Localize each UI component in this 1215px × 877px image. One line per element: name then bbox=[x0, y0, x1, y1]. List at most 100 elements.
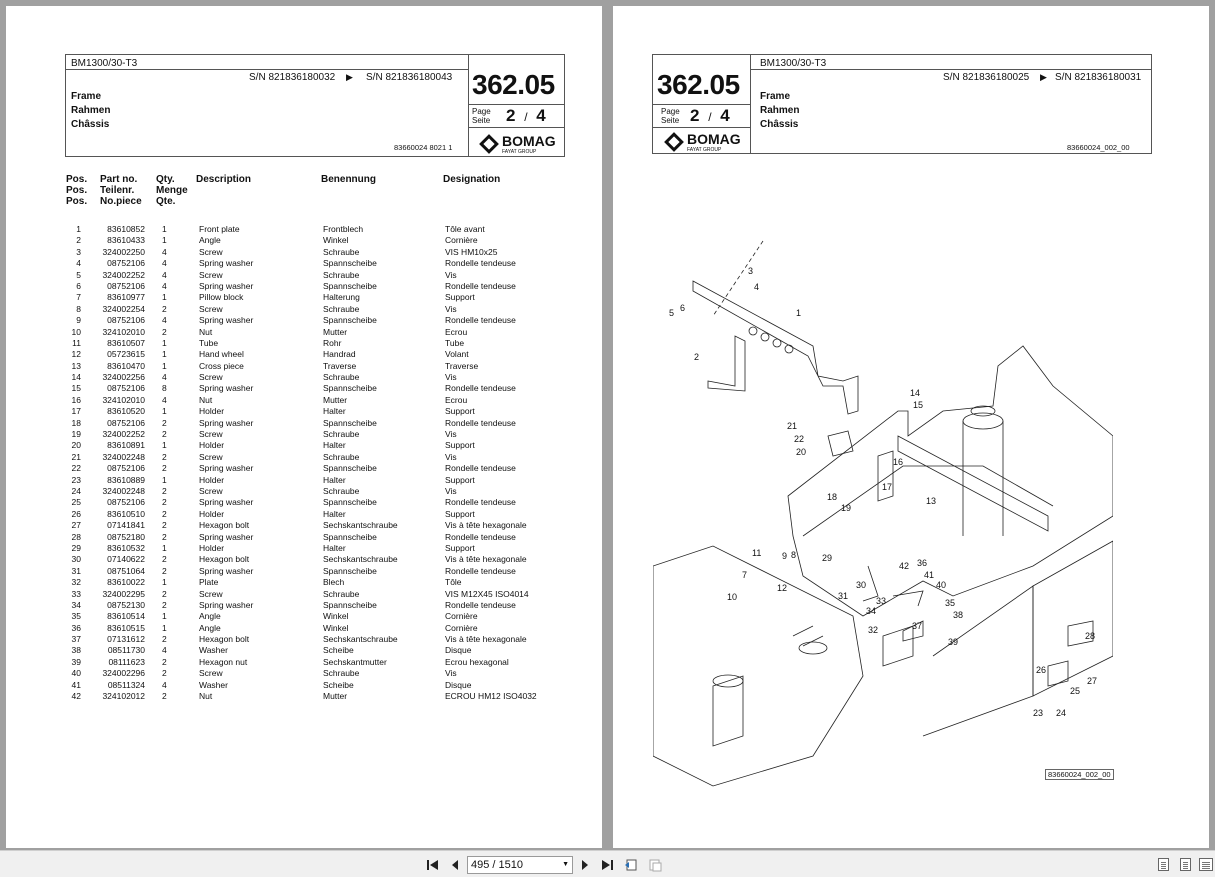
part-qty: 2 bbox=[162, 531, 167, 542]
prev-page-button[interactable] bbox=[447, 857, 463, 872]
part-number: 83610852 bbox=[107, 224, 145, 234]
part-designation: Rondelle tendeuse bbox=[445, 280, 516, 291]
parts-row: 17 83610520 1 Holder Halter Support bbox=[66, 406, 586, 417]
page-number: 2 / 4 bbox=[690, 106, 730, 126]
part-designation: Rondelle tendeuse bbox=[445, 497, 516, 508]
part-designation: Vis à tête hexagonale bbox=[445, 520, 527, 531]
callout-label: 24 bbox=[1056, 708, 1066, 718]
part-number: 07131612 bbox=[107, 634, 145, 645]
part-number: 324002248 bbox=[102, 451, 145, 462]
part-designation: Support bbox=[445, 292, 475, 303]
part-pos: 1 bbox=[76, 224, 81, 234]
part-description: Spring washer bbox=[199, 565, 254, 576]
parts-row: 30 07140622 2 Hexagon bolt Sechskantschraube… bbox=[66, 554, 586, 565]
first-page-button[interactable] bbox=[425, 857, 441, 872]
page-number-field[interactable]: 495 / 1510 ▼ bbox=[467, 856, 573, 874]
col-pos-fr: Pos. bbox=[66, 196, 88, 207]
part-qty: 2 bbox=[162, 429, 167, 440]
part-number: 83610507 bbox=[107, 337, 145, 348]
part-pos: 35 bbox=[71, 611, 81, 622]
part-qty: 2 bbox=[162, 508, 167, 519]
callout-label: 11 bbox=[752, 548, 761, 558]
part-designation: Tôle avant bbox=[445, 224, 485, 234]
part-qty: 2 bbox=[162, 691, 167, 702]
page-field-value: 495 / 1510 bbox=[471, 859, 523, 871]
part-qty: 2 bbox=[162, 451, 167, 462]
bomag-logo: BOMAG FAYAT GROUP bbox=[479, 133, 556, 155]
col-designation: Designation bbox=[443, 174, 501, 185]
part-designation: Disque bbox=[445, 645, 472, 656]
part-qty: 1 bbox=[162, 611, 167, 622]
go-back-view-button[interactable] bbox=[623, 857, 639, 872]
part-number: 324002295 bbox=[102, 588, 145, 599]
two-page-view-icon[interactable] bbox=[1199, 858, 1213, 871]
part-qty: 2 bbox=[162, 599, 167, 610]
part-number: 05723615 bbox=[107, 349, 145, 360]
part-description: Screw bbox=[199, 588, 223, 599]
title-en: Frame bbox=[760, 91, 791, 102]
part-description: Hand wheel bbox=[199, 349, 244, 360]
parts-row: 8 324002254 2 Screw Schraube Vis bbox=[66, 304, 586, 315]
part-benennung: Schraube bbox=[323, 429, 360, 440]
part-designation: Cornière bbox=[445, 611, 478, 622]
bomag-diamond-icon bbox=[479, 134, 499, 154]
part-qty: 1 bbox=[162, 349, 167, 360]
sn-from: S/N 821836180032 bbox=[249, 72, 336, 83]
part-qty: 2 bbox=[162, 303, 167, 314]
parts-row: 22 08752106 2 Spring washer Spannscheibe Rond… bbox=[66, 463, 586, 474]
callout-label: 32 bbox=[868, 625, 878, 635]
next-page-button[interactable] bbox=[577, 857, 593, 872]
navigation-toolbar: 495 / 1510 ▼ bbox=[0, 850, 1215, 877]
part-pos: 36 bbox=[71, 622, 81, 633]
last-page-button[interactable] bbox=[599, 857, 615, 872]
part-pos: 39 bbox=[71, 656, 81, 667]
continuous-view-icon[interactable] bbox=[1180, 858, 1191, 871]
callout-label: 33 bbox=[876, 596, 886, 606]
parts-row: 20 83610891 1 Holder Halter Support bbox=[66, 440, 586, 451]
part-pos: 30 bbox=[71, 554, 81, 565]
callout-label: 9 bbox=[782, 551, 787, 561]
part-pos: 13 bbox=[71, 360, 81, 371]
parts-row: 25 08752106 2 Spring washer Spannscheibe Rond… bbox=[66, 497, 586, 508]
parts-row: 23 83610889 1 Holder Halter Support bbox=[66, 475, 586, 486]
part-designation: ECROU HM12 ISO4032 bbox=[445, 691, 537, 702]
part-benennung: Halterung bbox=[323, 292, 360, 303]
single-page-view-icon[interactable] bbox=[1158, 858, 1169, 871]
dropdown-caret-icon[interactable]: ▼ bbox=[562, 857, 569, 873]
part-qty: 2 bbox=[162, 634, 167, 645]
part-qty: 1 bbox=[162, 360, 167, 371]
part-designation: Disque bbox=[445, 679, 472, 690]
part-qty: 4 bbox=[162, 645, 167, 656]
parts-row: 32 83610022 1 Plate Blech Tôle bbox=[66, 577, 586, 588]
document-viewer[interactable]: BM1300/30-T3 S/N 821836180032 ▶ S/N 8218… bbox=[0, 0, 1215, 850]
part-number: 83610889 bbox=[107, 474, 145, 485]
col-pos-en: Pos. bbox=[66, 174, 88, 185]
part-designation: Vis bbox=[445, 485, 457, 496]
part-designation: Support bbox=[445, 508, 475, 519]
part-description: Tube bbox=[199, 337, 219, 348]
part-designation: Ecrou hexagonal bbox=[445, 656, 509, 667]
parts-row: 36 83610515 1 Angle Winkel Cornière bbox=[66, 623, 586, 634]
part-pos: 4 bbox=[76, 258, 81, 269]
parts-row: 38 08511730 4 Washer Scheibe Disque bbox=[66, 645, 586, 656]
callout-label: 42 bbox=[899, 561, 909, 571]
part-pos: 25 bbox=[71, 497, 81, 508]
part-pos: 2 bbox=[76, 235, 81, 246]
part-benennung: Halter bbox=[323, 542, 346, 553]
part-number: 08752130 bbox=[107, 599, 145, 610]
page-sep: / bbox=[524, 110, 528, 124]
part-benennung: Rohr bbox=[323, 337, 342, 348]
part-benennung: Spannscheibe bbox=[323, 280, 377, 291]
part-description: Spring washer bbox=[199, 383, 254, 394]
part-description: Nut bbox=[199, 691, 213, 702]
part-qty: 2 bbox=[162, 565, 167, 576]
part-number: 08752106 bbox=[107, 315, 145, 326]
part-description: Spring washer bbox=[199, 280, 254, 291]
part-pos: 5 bbox=[76, 269, 81, 280]
callout-label: 1 bbox=[796, 308, 801, 318]
part-number: 08111623 bbox=[108, 656, 145, 667]
part-benennung: Schraube bbox=[323, 668, 360, 679]
go-forward-view-button[interactable] bbox=[646, 857, 662, 872]
part-description: Angle bbox=[199, 235, 221, 246]
part-number: 08752106 bbox=[107, 417, 145, 428]
